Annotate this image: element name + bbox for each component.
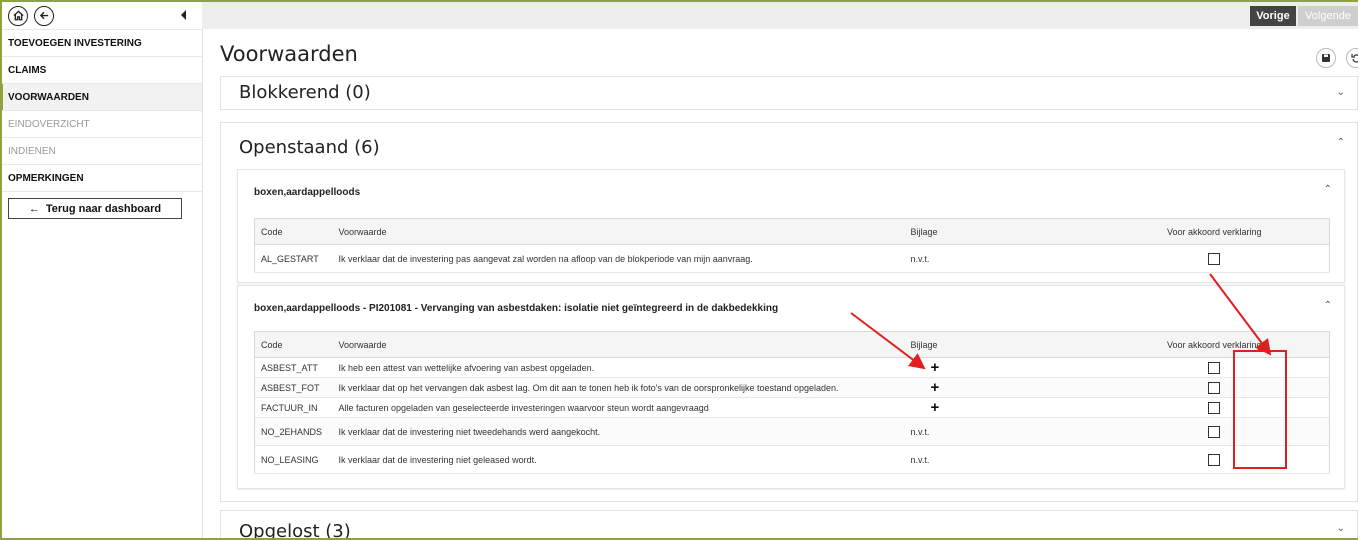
table-row: ASBEST_ATT Ik heb een attest van wetteli… <box>254 357 1330 378</box>
section-blokkerend[interactable]: Blokkerend (0) ⌄ <box>220 76 1358 110</box>
akkoord-cell <box>1099 244 1330 273</box>
save-icon[interactable] <box>1316 48 1336 68</box>
sidebar-item-label: TOEVOEGEN INVESTERING <box>8 37 142 49</box>
agree-checkbox[interactable] <box>1208 361 1221 374</box>
header-bijlage: Bijlage <box>904 331 1100 358</box>
cell-code: ASBEST_ATT <box>254 357 333 378</box>
agree-checkbox[interactable] <box>1208 252 1221 265</box>
header-code: Code <box>254 218 333 245</box>
home-icon[interactable] <box>8 5 28 26</box>
agree-checkbox[interactable] <box>1208 401 1221 414</box>
sidebar: TOEVOEGEN INVESTERING CLAIMS VOORWAARDEN… <box>2 2 203 538</box>
sidebar-item-label: OPMERKINGEN <box>8 172 84 184</box>
cell-code: ASBEST_FOT <box>254 377 333 398</box>
section-title: Blokkerend (0) <box>239 82 371 103</box>
header-voorwaarde: Voorwaarde <box>332 218 905 245</box>
cell-voorwaarde: Ik heb een attest van wettelijke afvoeri… <box>332 357 905 378</box>
group-title: boxen,aardappelloods - PI201081 - Vervan… <box>254 303 779 314</box>
cell-bijlage: + <box>904 377 1100 398</box>
chevron-up-icon[interactable]: ⌃ <box>1337 137 1345 148</box>
table-row: FACTUUR_IN Alle facturen opgeladen van g… <box>254 397 1330 418</box>
cell-voorwaarde: Ik verklaar dat de investering pas aange… <box>332 244 905 273</box>
sidebar-item-label: EINDOVERZICHT <box>8 118 90 130</box>
next-button[interactable]: Volgende <box>1298 6 1358 26</box>
sidebar-item-toevoegen-investering[interactable]: TOEVOEGEN INVESTERING <box>2 30 202 57</box>
sidebar-item-voorwaarden[interactable]: VOORWAARDEN <box>2 84 202 111</box>
cell-bijlage: n.v.t. <box>904 417 1100 446</box>
back-to-dashboard-button[interactable]: ← Terug naar dashboard <box>8 198 182 219</box>
table-row: AL_GESTART Ik verklaar dat de investerin… <box>254 244 1330 273</box>
chevron-up-icon[interactable]: ⌃ <box>1324 184 1332 195</box>
cell-bijlage: n.v.t. <box>904 445 1100 474</box>
table-row: NO_LEASING Ik verklaar dat de investerin… <box>254 445 1330 474</box>
table-header-row: Code Voorwaarde Bijlage Voor akkoord ver… <box>254 331 1330 358</box>
cell-voorwaarde: Alle facturen opgeladen van geselecteerd… <box>332 397 905 418</box>
top-bar: Vorige Volgende <box>202 2 1358 29</box>
chevron-down-icon[interactable]: ⌄ <box>1337 523 1345 534</box>
cell-code: NO_2EHANDS <box>254 417 333 446</box>
page-title: Voorwaarden <box>220 42 358 66</box>
table-row: NO_2EHANDS Ik verklaar dat de investerin… <box>254 417 1330 446</box>
table-row: ASBEST_FOT Ik verklaar dat op het vervan… <box>254 377 1330 398</box>
sidebar-item-label: CLAIMS <box>8 64 47 76</box>
cell-bijlage: + <box>904 357 1100 378</box>
add-attachment-button[interactable]: + <box>931 380 940 395</box>
chevron-up-icon[interactable]: ⌃ <box>1324 300 1332 311</box>
akkoord-cell <box>1099 357 1330 378</box>
add-attachment-button[interactable]: + <box>931 400 940 415</box>
conditions-table: Code Voorwaarde Bijlage Voor akkoord ver… <box>254 218 1330 273</box>
cell-code: FACTUUR_IN <box>254 397 333 418</box>
cell-voorwaarde: Ik verklaar dat de investering niet twee… <box>332 417 905 446</box>
cell-bijlage: + <box>904 397 1100 418</box>
header-akkoord: Voor akkoord verklaring <box>1099 331 1330 358</box>
sidebar-item-claims[interactable]: CLAIMS <box>2 57 202 84</box>
undo-icon[interactable] <box>1346 48 1358 68</box>
sidebar-item-opmerkingen[interactable]: OPMERKINGEN <box>2 165 202 192</box>
cell-code: AL_GESTART <box>254 244 333 273</box>
condition-group: boxen,aardappelloods - PI201081 - Vervan… <box>237 285 1345 489</box>
header-akkoord: Voor akkoord verklaring <box>1099 218 1330 245</box>
agree-checkbox[interactable] <box>1208 381 1221 394</box>
header-code: Code <box>254 331 333 358</box>
arrow-left-icon[interactable] <box>34 5 54 26</box>
table-header-row: Code Voorwaarde Bijlage Voor akkoord ver… <box>254 218 1330 245</box>
sidebar-header <box>2 2 202 30</box>
condition-group: boxen,aardappelloods ⌃ Code Voorwaarde B… <box>237 169 1345 283</box>
akkoord-cell <box>1099 377 1330 398</box>
section-opgelost[interactable]: Opgelost (3) ⌄ <box>220 510 1358 540</box>
cell-voorwaarde: Ik verklaar dat op het vervangen dak asb… <box>332 377 905 398</box>
agree-checkbox[interactable] <box>1208 425 1221 438</box>
agree-checkbox[interactable] <box>1208 453 1221 466</box>
section-title: Openstaand (6) <box>239 137 380 158</box>
akkoord-cell <box>1099 445 1330 474</box>
sidebar-item-eindoverzicht: EINDOVERZICHT <box>2 111 202 138</box>
cell-code: NO_LEASING <box>254 445 333 474</box>
akkoord-cell <box>1099 417 1330 446</box>
sidebar-item-label: VOORWAARDEN <box>8 91 89 103</box>
conditions-table: Code Voorwaarde Bijlage Voor akkoord ver… <box>254 331 1330 474</box>
add-attachment-button[interactable]: + <box>931 360 940 375</box>
chevron-down-icon[interactable]: ⌄ <box>1337 87 1345 98</box>
group-title: boxen,aardappelloods <box>254 187 361 198</box>
cell-bijlage: n.v.t. <box>904 244 1100 273</box>
section-openstaand: Openstaand (6) ⌃ boxen,aardappelloods ⌃ … <box>220 122 1358 502</box>
header-voorwaarde: Voorwaarde <box>332 331 905 358</box>
sidebar-item-label: INDIENEN <box>8 145 56 157</box>
previous-button[interactable]: Vorige <box>1250 6 1296 26</box>
sidebar-item-indienen: INDIENEN <box>2 138 202 165</box>
section-title: Opgelost (3) <box>239 521 351 540</box>
cell-voorwaarde: Ik verklaar dat de investering niet gele… <box>332 445 905 474</box>
header-bijlage: Bijlage <box>904 218 1100 245</box>
back-button-label: Terug naar dashboard <box>45 202 162 215</box>
arrow-left-icon: ← <box>28 202 40 215</box>
app-frame: TOEVOEGEN INVESTERING CLAIMS VOORWAARDEN… <box>0 0 1358 540</box>
collapse-sidebar-icon[interactable] <box>181 10 186 20</box>
akkoord-cell <box>1099 397 1330 418</box>
